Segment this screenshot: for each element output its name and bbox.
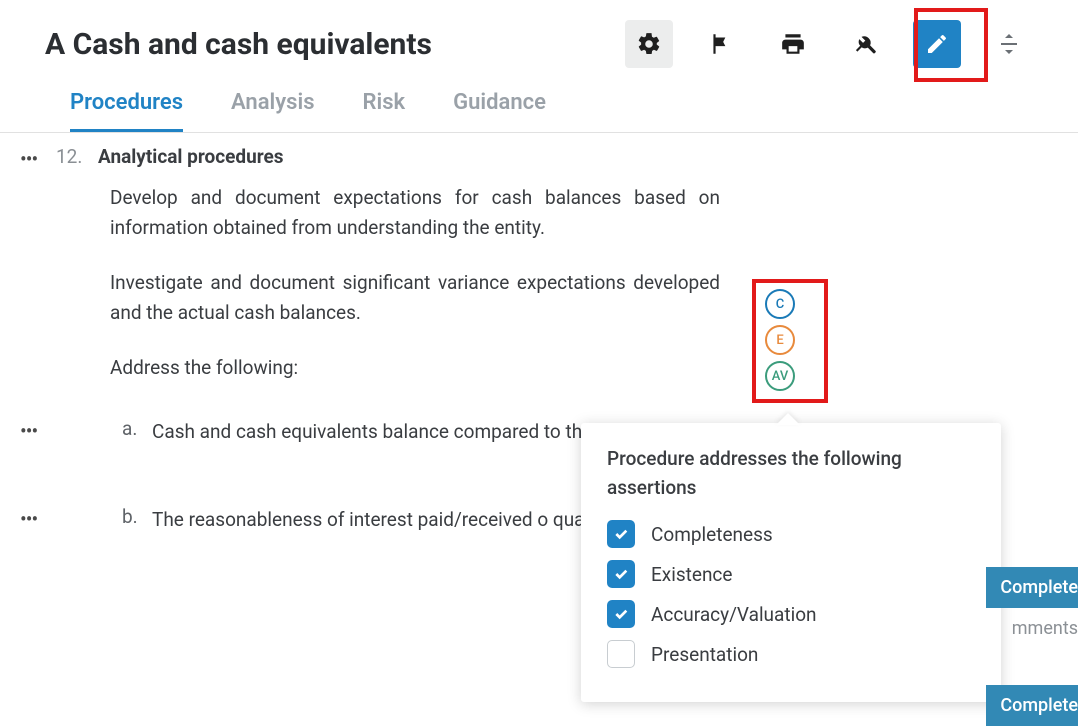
procedure-paragraph-3: Address the following:	[110, 353, 720, 383]
assertion-label: Accuracy/Valuation	[651, 603, 817, 626]
assertion-label: Existence	[651, 563, 732, 586]
tools-icon	[852, 31, 878, 57]
checkbox-completeness[interactable]	[607, 520, 635, 548]
toolbar	[625, 20, 1033, 68]
assertion-row-completeness[interactable]: Completeness	[607, 520, 975, 548]
procedure-paragraph-1: Develop and document expectations for ca…	[110, 183, 720, 244]
bubble-accuracy-valuation[interactable]: AV	[765, 361, 795, 391]
flag-button[interactable]	[697, 20, 745, 68]
edit-button[interactable]	[913, 20, 961, 68]
flag-icon	[708, 31, 734, 57]
assertion-label: Completeness	[651, 523, 773, 546]
assertion-label: Presentation	[651, 643, 758, 666]
checkbox-accuracy[interactable]	[607, 600, 635, 628]
comments-link[interactable]: mments	[1012, 618, 1078, 639]
print-button[interactable]	[769, 20, 817, 68]
checkbox-existence[interactable]	[607, 560, 635, 588]
assertion-bubbles: C E AV	[765, 289, 795, 391]
assertion-row-accuracy[interactable]: Accuracy/Valuation	[607, 600, 975, 628]
collapse-icon	[997, 32, 1021, 56]
tab-guidance[interactable]: Guidance	[453, 90, 546, 132]
tab-analysis[interactable]: Analysis	[231, 90, 315, 132]
checkbox-presentation[interactable]	[607, 640, 635, 668]
item-menu-icon[interactable]: •••	[20, 417, 46, 443]
tabs: Procedures Analysis Risk Guidance	[0, 78, 1078, 133]
pencil-icon	[925, 32, 949, 56]
procedure-number: 12.	[56, 145, 88, 168]
sub-letter-a: a.	[122, 417, 142, 440]
bubble-existence[interactable]: E	[765, 325, 795, 355]
procedure-paragraph-2: Investigate and document significant var…	[110, 268, 720, 329]
procedure-title: Analytical procedures	[98, 145, 284, 168]
bubble-completeness[interactable]: C	[765, 289, 795, 319]
tab-risk[interactable]: Risk	[363, 90, 406, 132]
popover-title: Procedure addresses the following assert…	[607, 445, 975, 502]
assertions-popover: Procedure addresses the following assert…	[581, 423, 1001, 702]
sub-letter-b: b.	[122, 505, 142, 528]
complete-button[interactable]: Complete	[986, 685, 1078, 726]
item-menu-icon[interactable]: •••	[20, 505, 46, 531]
settings-button[interactable]	[625, 20, 673, 68]
page-title: A Cash and cash equivalents	[45, 27, 625, 62]
tab-procedures[interactable]: Procedures	[70, 90, 183, 132]
tools-button[interactable]	[841, 20, 889, 68]
item-menu-icon[interactable]: •••	[20, 145, 46, 171]
collapse-button[interactable]	[985, 20, 1033, 68]
complete-button[interactable]: Complete	[986, 567, 1078, 608]
assertion-row-existence[interactable]: Existence	[607, 560, 975, 588]
print-icon	[780, 31, 806, 57]
assertion-row-presentation[interactable]: Presentation	[607, 640, 975, 668]
gear-icon	[636, 31, 662, 57]
